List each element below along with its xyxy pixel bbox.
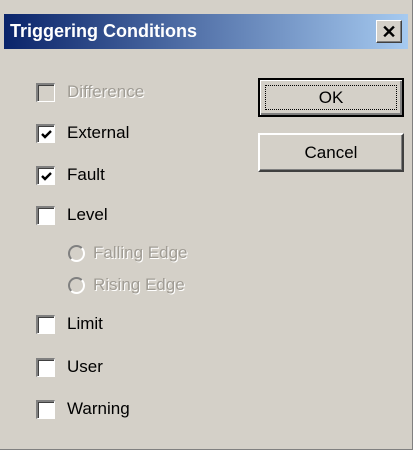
checkbox-external[interactable]: External (36, 122, 129, 144)
limit-checkbox-box[interactable] (36, 314, 55, 334)
checkmark-icon (41, 129, 52, 139)
checkbox-user[interactable]: User (36, 356, 103, 378)
warning-label: Warning (67, 399, 130, 418)
fault-checkbox-box[interactable] (36, 165, 55, 185)
warning-checkbox-box[interactable] (36, 399, 55, 419)
ok-button[interactable]: OK (258, 78, 404, 117)
cancel-label: Cancel (304, 142, 358, 162)
external-checkbox-box[interactable] (36, 123, 55, 143)
falling-edge-radio[interactable] (68, 244, 85, 262)
level-label: Level (67, 205, 108, 224)
falling-edge-label: Falling Edge (93, 243, 188, 262)
checkbox-level[interactable]: Level (36, 204, 108, 226)
checkbox-warning[interactable]: Warning (36, 398, 130, 420)
external-label: External (67, 123, 130, 142)
fault-label: Fault (67, 165, 105, 184)
radio-falling-edge[interactable]: Falling Edge (68, 242, 188, 264)
cancel-button[interactable]: Cancel (258, 133, 404, 172)
triggering-conditions-dialog: Triggering Conditions ✕ Difference Exter… (0, 0, 413, 450)
limit-label: Limit (67, 314, 103, 333)
rising-edge-radio[interactable] (68, 276, 85, 294)
checkbox-limit[interactable]: Limit (36, 313, 103, 335)
close-icon: ✕ (381, 21, 397, 42)
checkmark-icon (41, 171, 52, 181)
title-bar[interactable]: Triggering Conditions ✕ (4, 14, 408, 49)
user-label: User (67, 357, 103, 376)
close-button[interactable]: ✕ (376, 20, 402, 43)
user-checkbox-box[interactable] (36, 357, 55, 377)
level-checkbox-box[interactable] (36, 205, 55, 225)
difference-label: Difference (67, 82, 145, 101)
difference-checkbox-box[interactable] (36, 82, 55, 102)
window-title: Triggering Conditions (10, 21, 197, 41)
checkbox-difference[interactable]: Difference (36, 81, 144, 103)
rising-edge-label: Rising Edge (93, 275, 185, 294)
radio-rising-edge[interactable]: Rising Edge (68, 274, 185, 296)
checkbox-fault[interactable]: Fault (36, 164, 105, 186)
ok-label: OK (318, 87, 344, 107)
